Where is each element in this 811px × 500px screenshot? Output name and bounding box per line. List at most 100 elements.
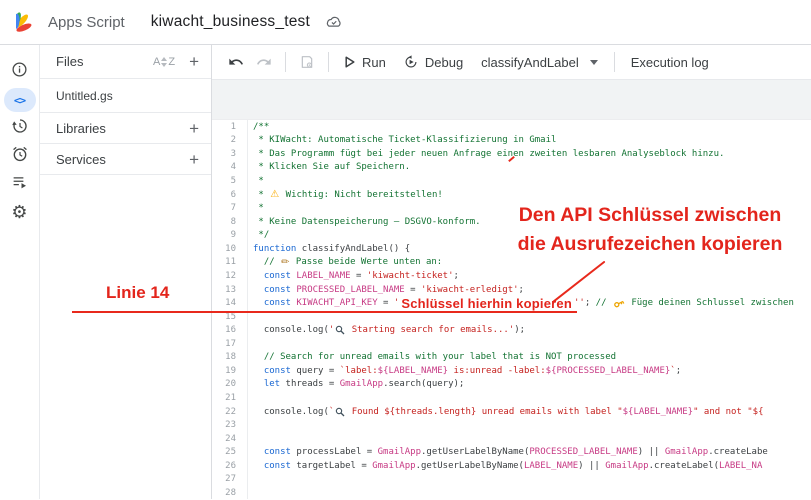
code-line: 22 console.log(` Found ${threads.length}… (212, 405, 811, 419)
run-button[interactable]: Run (336, 55, 395, 70)
line-number: 22 (225, 406, 236, 417)
debug-icon (405, 55, 417, 68)
line-number: 3 (230, 148, 236, 159)
code-line: 20 let threads = GmailApp .search(query); (212, 378, 811, 392)
code-editor-icon: <> (3, 88, 36, 112)
add-library-button[interactable]: + (189, 120, 199, 137)
line-number: 20 (225, 379, 236, 390)
line-number: 13 (225, 284, 236, 295)
add-file-button[interactable]: + (189, 53, 199, 70)
line-number: 27 (225, 474, 236, 485)
line-number: 17 (225, 338, 236, 349)
code-line: 26 const targetLabel = GmailApp .getUserL… (212, 459, 811, 473)
editor-column: Run Debug classifyAndLabel Execution log… (212, 45, 811, 499)
code-line: 23 (212, 418, 811, 432)
annotation-callout: Den API Schlüssel zwischen die Ausrufeze… (517, 204, 783, 255)
code-line: 27 (212, 473, 811, 487)
file-item-untitled[interactable]: Untitled.gs (40, 79, 211, 113)
sidebar-item-executions[interactable] (0, 170, 40, 198)
save-icon[interactable] (293, 50, 321, 74)
files-panel: Files AZ + Untitled.gs Libraries + Servi… (40, 45, 212, 499)
triggers-clock-icon (11, 145, 29, 168)
code-line: 14 const KIWACHT_API_KEY = ' Schlüssel hi… (212, 296, 811, 311)
line-number: 1 (230, 121, 236, 132)
add-service-button[interactable]: + (189, 151, 199, 168)
line-number: 23 (225, 420, 236, 431)
top-bar: Apps Script kiwacht_business_test (0, 0, 811, 45)
code-editor[interactable]: 1/** 2 * KIWacht: Automatische Ticket-Kla… (212, 120, 811, 499)
line-number: 2 (230, 135, 236, 146)
left-rail: <> ⚙ (0, 45, 40, 499)
toolbar-divider (328, 52, 329, 72)
sidebar-item-revisions[interactable] (0, 114, 40, 142)
line-number: 26 (225, 460, 236, 471)
code-line: 2 * KIWacht: Automatische Ticket-Klassif… (212, 134, 811, 148)
function-selector-dropdown[interactable]: classifyAndLabel (472, 55, 607, 70)
sidebar-item-editor[interactable]: <> (0, 86, 40, 114)
libraries-label: Libraries (56, 120, 106, 136)
code-line: 18 // Search for unread emails with your… (212, 351, 811, 365)
editor-toolbar: Run Debug classifyAndLabel Execution log (212, 45, 811, 80)
files-header: Files AZ + (40, 45, 211, 79)
file-name: Untitled.gs (56, 88, 113, 103)
toolbar-divider (285, 52, 286, 72)
settings-gear-icon: ⚙ (11, 202, 28, 222)
line-number: 9 (230, 230, 236, 241)
debug-button[interactable]: Debug (395, 55, 472, 70)
code-line: 24 (212, 432, 811, 446)
warning-icon: ⚠ (270, 189, 280, 201)
services-section: Services + (40, 144, 211, 175)
sort-az-icon[interactable]: AZ (153, 56, 175, 68)
line-number: 5 (230, 176, 236, 187)
code-line: 28 (212, 486, 811, 499)
execution-log-button[interactable]: Execution log (622, 55, 718, 70)
project-title[interactable]: kiwacht_business_test (151, 13, 310, 31)
code-line: 16 console.log(' Starting search for ema… (212, 323, 811, 337)
sidebar-item-triggers[interactable] (0, 142, 40, 170)
sidebar-item-settings[interactable]: ⚙ (0, 198, 40, 226)
app-name[interactable]: Apps Script (48, 14, 125, 31)
toolbar-divider (613, 52, 615, 72)
code-line: 25 const processLabel = GmailApp .getUser… (212, 446, 811, 460)
line-number: 6 (230, 189, 236, 200)
line-number: 7 (230, 203, 236, 214)
line-number: 8 (230, 216, 236, 227)
services-label: Services (56, 151, 106, 167)
line-number: 10 (225, 243, 236, 254)
apps-script-logo[interactable] (16, 10, 40, 34)
editor-top-spacer (212, 80, 811, 120)
key-icon (613, 298, 625, 309)
code-line: 5 * (212, 174, 811, 188)
line-number: 14 (225, 298, 236, 309)
code-line: 17 (212, 337, 811, 351)
line-number: 25 (225, 447, 236, 458)
line-number: 16 (225, 325, 236, 336)
line-number: 19 (225, 365, 236, 376)
line-number: 18 (225, 352, 236, 363)
libraries-section: Libraries + (40, 113, 211, 144)
sidebar-item-overview[interactable] (0, 58, 40, 86)
play-icon (345, 56, 355, 68)
undo-button[interactable] (222, 51, 250, 73)
code-line: 13 const PROCESSED_LABEL_NAME = 'kiwacht… (212, 283, 811, 297)
pencil-icon: ✏ (281, 256, 290, 268)
chevron-down-icon (589, 59, 598, 65)
line-number: 4 (230, 162, 236, 173)
line-number: 12 (225, 270, 236, 281)
files-panel-title: Files (56, 54, 84, 69)
code-line: 4 * Klicken Sie auf Speichern. (212, 161, 811, 175)
redo-button[interactable] (250, 51, 278, 73)
line-number: 21 (225, 393, 236, 404)
line-number: 11 (225, 257, 236, 268)
annotation-line-label: Linie 14 (106, 283, 170, 302)
annotation-underline (72, 311, 577, 314)
code-line: 21 (212, 391, 811, 405)
history-icon (11, 117, 29, 140)
search-icon (335, 407, 345, 417)
executions-list-icon (11, 173, 29, 196)
cloud-saved-icon (325, 15, 343, 29)
line-number: 28 (225, 487, 236, 498)
code-line: 6 * ⚠ Wichtig: Nicht bereitstellen! (212, 188, 811, 202)
code-line: 12 const LABEL_NAME = 'kiwacht-ticket'; (212, 269, 811, 283)
search-icon (335, 325, 345, 335)
